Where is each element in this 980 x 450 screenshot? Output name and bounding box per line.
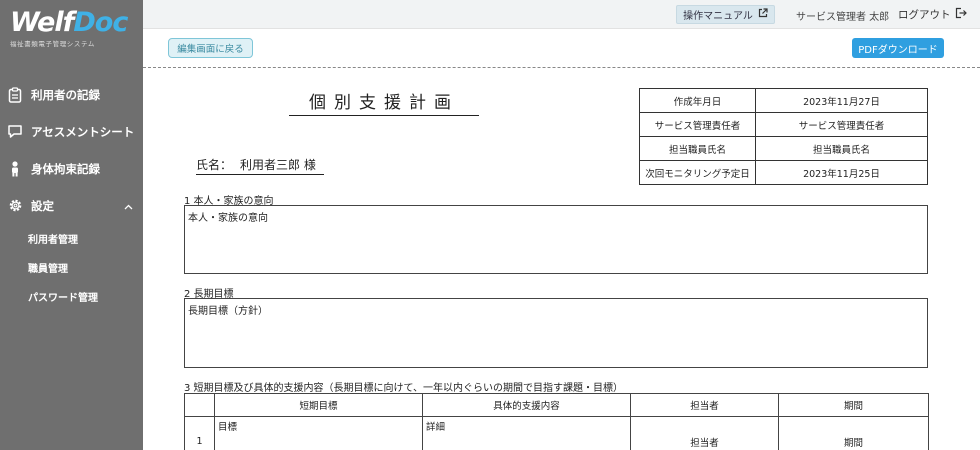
staff-cell: 担当者 xyxy=(630,416,779,450)
sidebar-item-assessment[interactable]: アセスメントシート xyxy=(0,113,143,150)
table-row: 担当職員氏名 担当職員氏名 xyxy=(639,136,928,161)
current-user-name: サービス管理者 太郎 xyxy=(796,12,890,23)
period-cell: 期間 xyxy=(778,416,929,450)
logo-subtitle: 福祉書類電子管理システム xyxy=(10,40,96,48)
support-detail-cell: 詳細 xyxy=(422,416,631,450)
section-3-heading: 3 短期目標及び具体的支援内容（長期目標に向けて、一年以内ぐらいの期間で目指す課… xyxy=(184,383,624,394)
clipboard-icon xyxy=(7,86,23,103)
top-header: 操作マニュアル サービス管理者 太郎 ログアウト xyxy=(143,0,980,29)
document-info-table: 作成年月日 2023年11月27日 サービス管理責任者 サービス管理責任者 担当… xyxy=(639,88,928,185)
app-logo[interactable]: WelfDoc 福祉書類電子管理システム xyxy=(10,8,135,54)
logout-button[interactable]: ログアウト xyxy=(898,7,967,22)
sidebar-item-staff-management[interactable]: 職員管理 xyxy=(0,253,143,282)
sidebar-item-password-management[interactable]: パスワード管理 xyxy=(0,282,143,311)
row-number: 1 xyxy=(184,416,215,450)
info-key: 次回モニタリング予定日 xyxy=(639,160,756,185)
column-header-number xyxy=(184,393,215,417)
info-value: サービス管理責任者 xyxy=(755,112,928,137)
page-divider xyxy=(143,67,980,68)
person-icon xyxy=(7,160,23,177)
info-key: サービス管理責任者 xyxy=(639,112,756,137)
logout-label: ログアウト xyxy=(898,9,951,21)
table-row: 1 目標 詳細 担当者 期間 xyxy=(184,416,929,450)
sidebar-item-label: アセスメントシート xyxy=(31,124,135,139)
client-name: 氏名： 利用者三郎 様 xyxy=(196,156,324,175)
info-value: 2023年11月25日 xyxy=(755,160,928,185)
table-row: 次回モニタリング予定日 2023年11月25日 xyxy=(639,160,928,185)
long-term-goal-textbox: 長期目標（方針） xyxy=(184,298,928,368)
table-header-row: 短期目標 具体的支援内容 担当者 期間 xyxy=(184,393,929,417)
sidebar-item-user-management[interactable]: 利用者管理 xyxy=(0,224,143,253)
table-row: 作成年月日 2023年11月27日 xyxy=(639,88,928,113)
sidebar-nav: 利用者の記録 アセスメントシート 身体拘束記録 設定 利用者管理 職員管理 パス… xyxy=(0,76,143,311)
sidebar: WelfDoc 福祉書類電子管理システム 利用者の記録 アセスメントシート 身体… xyxy=(0,0,143,450)
short-term-goal-cell: 目標 xyxy=(214,416,423,450)
document-title: 個別支援計画 xyxy=(289,88,479,116)
info-key: 作成年月日 xyxy=(639,88,756,113)
info-value: 担当職員氏名 xyxy=(755,136,928,161)
column-header: 具体的支援内容 xyxy=(422,393,631,417)
sidebar-item-restraint-records[interactable]: 身体拘束記録 xyxy=(0,150,143,187)
sidebar-item-user-records[interactable]: 利用者の記録 xyxy=(0,76,143,113)
short-term-plan-table: 短期目標 具体的支援内容 担当者 期間 1 目標 詳細 担当者 期間 xyxy=(184,393,929,450)
gear-icon xyxy=(7,198,23,214)
info-key: 担当職員氏名 xyxy=(639,136,756,161)
sidebar-item-label: 身体拘束記録 xyxy=(31,161,100,176)
back-to-edit-button[interactable]: 編集画面に戻る xyxy=(168,38,253,58)
client-name-value: 利用者三郎 様 xyxy=(240,158,316,172)
sidebar-item-label: 設定 xyxy=(31,198,54,213)
logout-icon xyxy=(955,7,967,22)
client-name-label: 氏名： xyxy=(196,158,233,172)
external-link-icon xyxy=(758,8,768,21)
sidebar-item-settings[interactable]: 設定 xyxy=(0,187,143,224)
chevron-up-icon xyxy=(124,199,133,213)
manual-button[interactable]: 操作マニュアル xyxy=(676,5,775,24)
chat-icon xyxy=(7,124,23,140)
logo-wordmark: WelfDoc xyxy=(10,7,128,38)
info-value: 2023年11月27日 xyxy=(755,88,928,113)
column-header: 担当者 xyxy=(630,393,779,417)
table-row: サービス管理責任者 サービス管理責任者 xyxy=(639,112,928,137)
pdf-download-button[interactable]: PDFダウンロード xyxy=(852,38,944,58)
sidebar-item-label: 利用者の記録 xyxy=(31,87,100,102)
column-header: 期間 xyxy=(778,393,929,417)
column-header: 短期目標 xyxy=(214,393,423,417)
manual-button-label: 操作マニュアル xyxy=(683,11,753,22)
intention-textbox: 本人・家族の意向 xyxy=(184,205,928,274)
